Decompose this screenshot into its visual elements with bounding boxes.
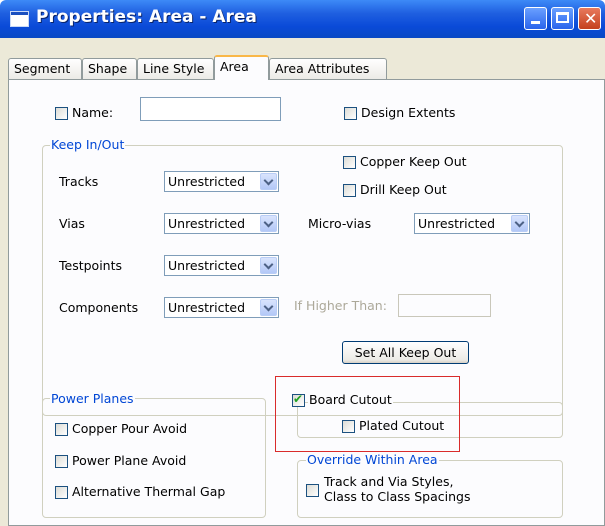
alternative-thermal-gap-checkbox[interactable]: [55, 486, 68, 499]
tab-area[interactable]: Area: [214, 55, 269, 80]
name-input[interactable]: [140, 97, 281, 121]
tab-shape[interactable]: Shape: [82, 58, 137, 79]
tab-area-attributes[interactable]: Area Attributes: [269, 58, 387, 79]
components-value: Unrestricted: [168, 300, 246, 315]
tracks-label: Tracks: [59, 174, 99, 189]
vias-value: Unrestricted: [168, 216, 246, 231]
testpoints-label: Testpoints: [59, 258, 123, 273]
if-higher-than-label: If Higher Than:: [294, 298, 387, 313]
track-via-styles-checkbox[interactable]: [306, 484, 319, 497]
tracks-value: Unrestricted: [168, 174, 246, 189]
dialog-body: Segment Shape Line Style Area Area Attri…: [0, 38, 605, 526]
title-bar[interactable]: Properties: Area - Area ✕: [0, 0, 605, 38]
power-plane-avoid-checkbox[interactable]: [55, 455, 68, 468]
design-extents-checkbox[interactable]: [344, 107, 357, 120]
drill-keep-out-checkbox[interactable]: [343, 184, 356, 197]
copper-pour-avoid-checkbox[interactable]: [55, 423, 68, 436]
components-label: Components: [59, 300, 139, 315]
chevron-down-icon[interactable]: [260, 299, 277, 316]
tab-segment[interactable]: Segment: [8, 58, 82, 79]
testpoints-value: Unrestricted: [168, 258, 246, 273]
vias-label: Vias: [59, 216, 85, 231]
name-label: Name:: [72, 105, 114, 120]
maximize-icon: [556, 12, 569, 23]
drill-keep-out-label: Drill Keep Out: [360, 182, 447, 197]
chevron-down-icon[interactable]: [260, 215, 277, 232]
keep-in-out-title: Keep In/Out: [50, 137, 126, 152]
minimize-icon: [531, 21, 540, 24]
minimize-button[interactable]: [524, 7, 547, 30]
vias-select[interactable]: Unrestricted: [164, 213, 279, 234]
window-title: Properties: Area - Area: [36, 7, 257, 27]
components-select[interactable]: Unrestricted: [164, 297, 279, 318]
highlight-box: [275, 376, 460, 452]
micro-vias-value: Unrestricted: [418, 216, 496, 231]
track-via-styles-label: Track and Via Styles, Class to Class Spa…: [324, 474, 470, 504]
design-extents-label: Design Extents: [361, 105, 456, 120]
copper-keep-out-label: Copper Keep Out: [360, 154, 467, 169]
set-all-keep-out-button[interactable]: Set All Keep Out: [342, 341, 469, 364]
power-plane-avoid-label: Power Plane Avoid: [72, 453, 187, 468]
micro-vias-label: Micro-vias: [308, 216, 372, 231]
alternative-thermal-gap-label: Alternative Thermal Gap: [72, 484, 226, 499]
name-checkbox[interactable]: [55, 107, 68, 120]
chevron-down-icon[interactable]: [260, 173, 277, 190]
tab-line-style[interactable]: Line Style: [137, 58, 214, 79]
close-button[interactable]: ✕: [578, 7, 601, 30]
close-icon: ✕: [584, 9, 598, 28]
window-icon: [10, 11, 29, 27]
chevron-down-icon[interactable]: [260, 257, 277, 274]
track-via-styles-line1: Track and Via Styles,: [324, 474, 454, 489]
chevron-down-icon[interactable]: [511, 215, 528, 232]
tracks-select[interactable]: Unrestricted: [164, 171, 279, 192]
if-higher-than-input[interactable]: [398, 294, 491, 317]
micro-vias-select[interactable]: Unrestricted: [414, 213, 530, 234]
tab-panel-area: Name: Design Extents Keep In/Out Tracks …: [8, 79, 605, 526]
power-planes-title: Power Planes: [50, 391, 135, 406]
track-via-styles-line2: Class to Class Spacings: [324, 489, 471, 504]
copper-pour-avoid-label: Copper Pour Avoid: [72, 421, 188, 436]
override-within-area-title: Override Within Area: [306, 452, 439, 467]
maximize-button[interactable]: [551, 7, 574, 30]
testpoints-select[interactable]: Unrestricted: [164, 255, 279, 276]
copper-keep-out-checkbox[interactable]: [343, 156, 356, 169]
